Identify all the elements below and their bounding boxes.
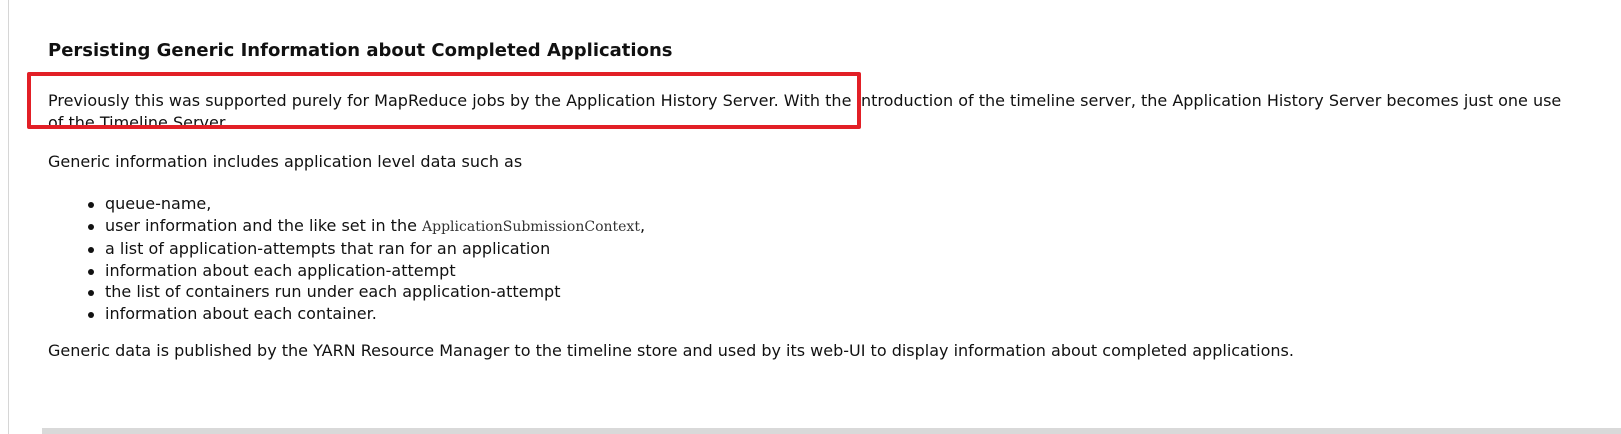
list-item-text: the list of containers run under each ap… — [105, 282, 561, 301]
lead-paragraph: Generic information includes application… — [48, 152, 523, 171]
list-item: information about each container. — [68, 303, 645, 325]
page-left-border — [8, 0, 9, 434]
bullet-icon — [88, 202, 94, 208]
list-item-suffix: , — [639, 215, 646, 235]
bullet-icon — [88, 223, 94, 230]
list-item: a list of application-attempts that ran … — [68, 238, 645, 260]
list-item-text: a list of application-attempts that ran … — [105, 239, 551, 258]
list-item-text: information about each container. — [105, 303, 377, 323]
bullet-icon — [88, 247, 94, 253]
generic-info-list: queue-name, user information and the lik… — [68, 193, 645, 324]
bullet-icon — [88, 268, 94, 275]
intro-paragraph: Previously this was supported purely for… — [48, 91, 1562, 132]
list-item: information about each application-attem… — [68, 260, 645, 282]
bullet-icon — [88, 290, 94, 296]
list-item: the list of containers run under each ap… — [68, 281, 645, 303]
list-item-text: information about each application-attem… — [105, 260, 456, 280]
list-item-text: queue-name, — [105, 194, 212, 213]
bullet-icon — [88, 311, 94, 318]
list-item-text: user information and the like set in the — [105, 215, 423, 235]
list-item: queue-name, — [68, 193, 645, 215]
list-item: user information and the like set in the… — [68, 215, 645, 239]
closing-paragraph: Generic data is published by the YARN Re… — [48, 341, 1294, 360]
bottom-divider — [42, 428, 1621, 434]
code-class-name: ApplicationSubmissionContext — [422, 218, 640, 235]
section-heading: Persisting Generic Information about Com… — [48, 40, 673, 61]
